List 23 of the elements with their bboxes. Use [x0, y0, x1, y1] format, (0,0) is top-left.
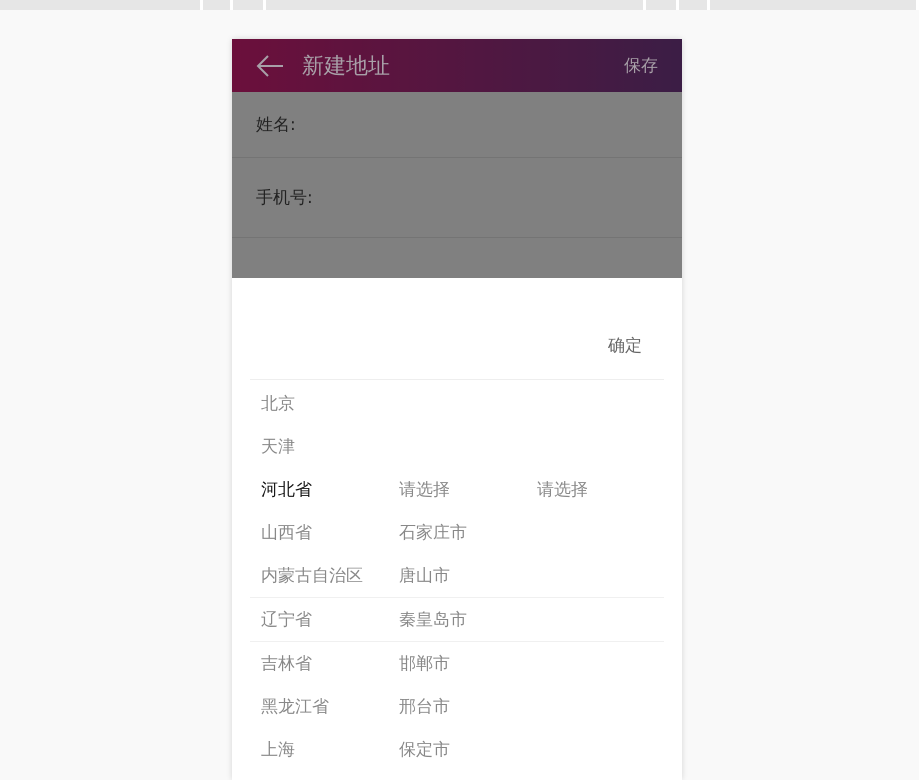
picker-option[interactable]: 上海 [261, 738, 399, 761]
picker-option[interactable]: 唐山市 [399, 564, 537, 587]
picker-option[interactable]: 邯郸市 [399, 652, 537, 675]
picker-option[interactable]: 黑龙江省 [261, 695, 399, 718]
confirm-button[interactable]: 确定 [608, 334, 642, 357]
picker-option[interactable]: 辽宁省 [261, 608, 399, 631]
picker-option[interactable]: 秦皇岛市 [399, 608, 537, 631]
page-title: 新建地址 [302, 52, 390, 80]
picker-option[interactable]: 石家庄市 [399, 521, 537, 544]
picker-option[interactable]: 请选择 [399, 478, 537, 501]
picker-option[interactable]: 保定市 [399, 738, 537, 761]
save-button[interactable]: 保存 [624, 54, 658, 77]
picker-option[interactable]: 北京 [261, 392, 399, 415]
picker-option[interactable]: 河北省 [261, 478, 399, 501]
picker-option[interactable]: 山西省 [261, 521, 399, 544]
field-label: 手机号: [256, 187, 313, 209]
back-icon[interactable] [256, 54, 284, 78]
picker-option[interactable]: 天津 [261, 435, 399, 458]
picker-option[interactable]: 吉林省 [261, 652, 399, 675]
picker-option[interactable]: 内蒙古自治区 [261, 564, 399, 587]
picker-option[interactable]: 请选择 [537, 478, 675, 501]
field-label: 姓名: [256, 114, 296, 136]
picker-option[interactable]: 邢台市 [399, 695, 537, 718]
